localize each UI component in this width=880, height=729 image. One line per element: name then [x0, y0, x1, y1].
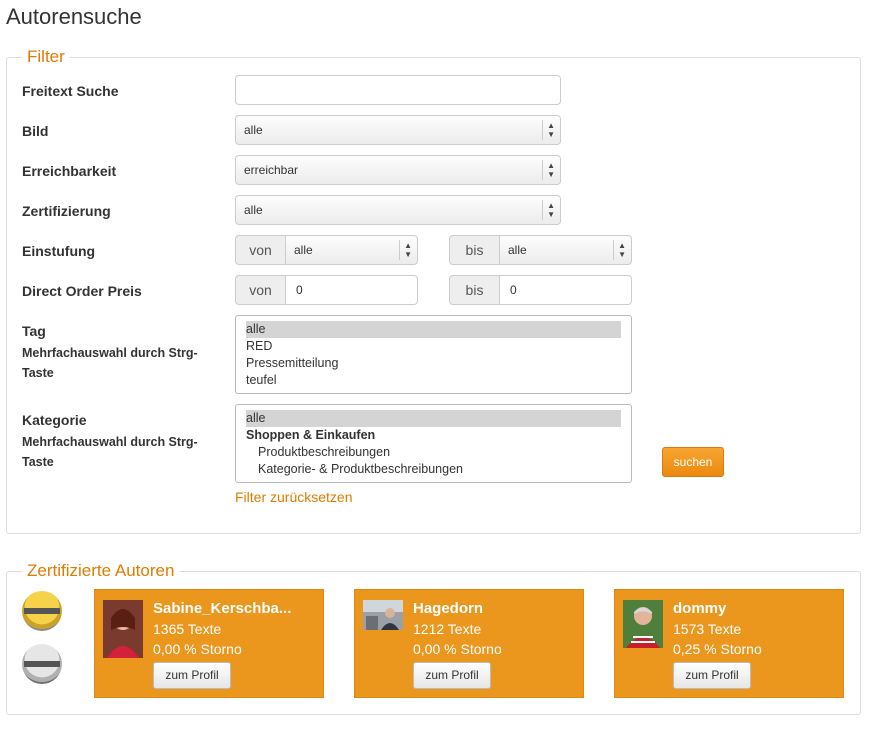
kategorie-option[interactable]: Produktbeschreibungen	[246, 444, 621, 461]
author-storno: 0,00 % Storno	[413, 641, 502, 657]
kategorie-listbox[interactable]: alle Shoppen & Einkaufen Produktbeschrei…	[235, 404, 632, 483]
einstufung-label: Einstufung	[22, 243, 96, 259]
bild-select[interactable]: alle ▲ ▼	[235, 115, 561, 145]
tag-listbox[interactable]: alle RED Pressemitteilung teufel	[235, 315, 632, 394]
kategorie-option[interactable]: Kategorie- & Produktbeschreibungen	[246, 461, 621, 478]
author-card: Hagedorn 1212 Texte 0,00 % Storno zum Pr…	[354, 589, 584, 698]
author-avatar	[363, 600, 403, 630]
reset-filter-link[interactable]: Filter zurücksetzen	[235, 489, 352, 505]
preis-label: Direct Order Preis	[22, 283, 142, 299]
profile-button[interactable]: zum Profil	[413, 662, 491, 689]
kategorie-hint: Mehrfachauswahl durch Strg-Taste	[22, 435, 198, 469]
erreichbarkeit-select[interactable]: erreichbar ▲ ▼	[235, 155, 561, 185]
erreichbarkeit-select-value: erreichbar	[244, 163, 299, 177]
select-arrows-icon: ▲ ▼	[547, 161, 555, 179]
preis-von-input[interactable]: 0	[285, 275, 418, 305]
author-texts: 1212 Texte	[413, 621, 482, 637]
zertifizierung-select[interactable]: alle ▲ ▼	[235, 195, 561, 225]
kategorie-label: Kategorie	[22, 412, 87, 428]
erreichbarkeit-label: Erreichbarkeit	[22, 163, 117, 179]
zertifizierung-select-value: alle	[244, 203, 263, 217]
tag-option[interactable]: Pressemitteilung	[246, 355, 621, 372]
einstufung-von-addon: von	[235, 235, 286, 265]
author-card: dommy 1573 Texte 0,25 % Storno zum Profi…	[614, 589, 844, 698]
freitext-input[interactable]	[235, 75, 561, 105]
einstufung-von-value: alle	[294, 243, 313, 257]
author-texts: 1573 Texte	[673, 621, 742, 637]
einstufung-bis-addon: bis	[449, 235, 500, 265]
author-name[interactable]: Hagedorn	[413, 600, 573, 617]
kategorie-group: Shoppen & Einkaufen	[246, 428, 376, 442]
kategorie-option[interactable]: alle	[246, 410, 621, 427]
author-name[interactable]: Sabine_Kerschba...	[153, 600, 313, 617]
author-card: Sabine_Kerschba... 1365 Texte 0,00 % Sto…	[94, 589, 324, 698]
tag-hint: Mehrfachauswahl durch Strg-Taste	[22, 346, 198, 380]
preis-bis-input[interactable]: 0	[499, 275, 632, 305]
select-arrows-icon: ▲ ▼	[547, 201, 555, 219]
tag-option[interactable]: teufel	[246, 372, 621, 389]
author-avatar	[623, 600, 663, 648]
author-storno: 0,00 % Storno	[153, 641, 242, 657]
select-arrows-icon: ▲ ▼	[404, 241, 412, 259]
bild-select-value: alle	[244, 123, 263, 137]
author-name[interactable]: dommy	[673, 600, 833, 617]
select-arrows-icon: ▲ ▼	[547, 121, 555, 139]
author-avatar	[103, 600, 143, 658]
freitext-label: Freitext Suche	[22, 83, 119, 99]
page-title: Autorensuche	[6, 4, 142, 29]
tag-option[interactable]: alle	[246, 321, 621, 338]
author-texts: 1365 Texte	[153, 621, 222, 637]
filter-legend: Filter	[22, 47, 70, 67]
tag-label: Tag	[22, 323, 46, 339]
author-storno: 0,25 % Storno	[673, 641, 762, 657]
tag-option[interactable]: RED	[246, 338, 621, 355]
zertifizierung-label: Zertifizierung	[22, 203, 111, 219]
einstufung-bis-value: alle	[508, 243, 527, 257]
select-arrows-icon: ▲ ▼	[618, 241, 626, 259]
einstufung-bis-select[interactable]: alle ▲ ▼	[499, 235, 632, 265]
preis-bis-addon: bis	[449, 275, 500, 305]
gold-certification-badge-icon	[22, 591, 62, 631]
preis-von-addon: von	[235, 275, 286, 305]
profile-button[interactable]: zum Profil	[673, 662, 751, 689]
search-button[interactable]: suchen	[662, 447, 724, 477]
certified-legend: Zertifizierte Autoren	[22, 561, 180, 581]
einstufung-von-select[interactable]: alle ▲ ▼	[285, 235, 418, 265]
bild-label: Bild	[22, 123, 49, 139]
silver-author-badge-icon	[22, 644, 62, 684]
profile-button[interactable]: zum Profil	[153, 662, 231, 689]
